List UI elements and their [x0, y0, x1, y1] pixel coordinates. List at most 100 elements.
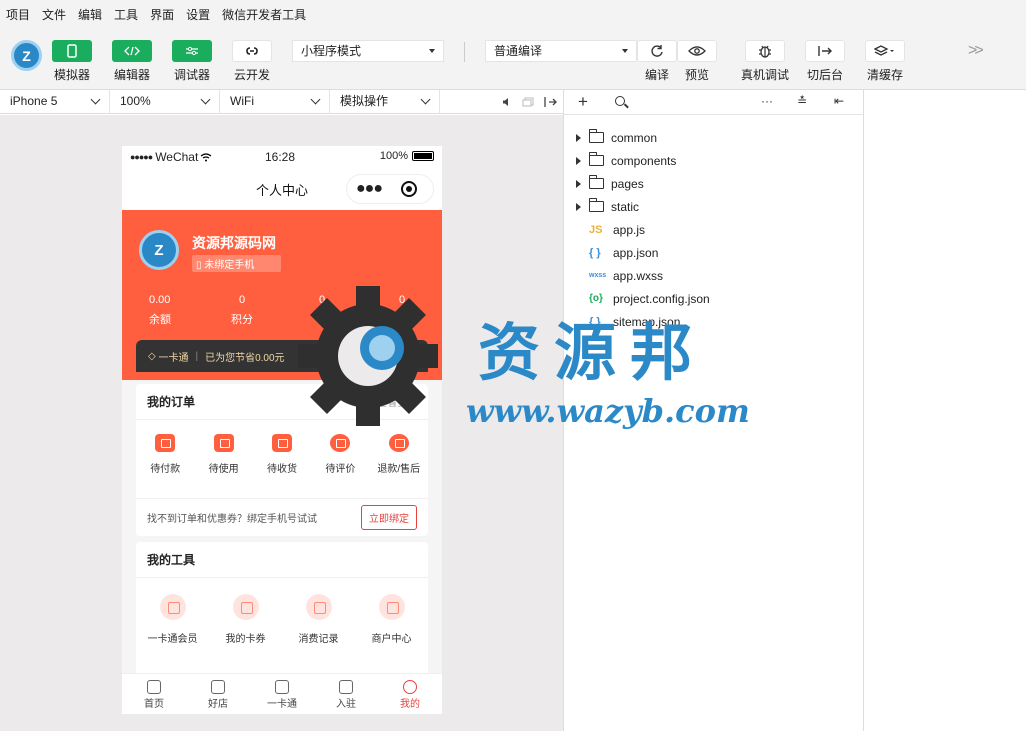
network-select[interactable]: WiFi — [220, 90, 330, 114]
order-to-use[interactable]: 待使用 — [198, 434, 250, 498]
code-icon — [112, 40, 152, 62]
diamond-icon: ◇ — [148, 350, 159, 362]
battery-icon — [412, 151, 434, 161]
chevron-down-icon — [90, 94, 101, 105]
menu-tools[interactable]: 工具 — [114, 6, 138, 23]
store-icon — [378, 594, 405, 620]
orders-title: 我的订单 — [147, 395, 196, 409]
crown-icon — [159, 594, 186, 620]
panel-divider[interactable] — [863, 90, 864, 731]
tree-file-app-json[interactable]: { } app.json — [564, 241, 863, 264]
cloud-dev-button[interactable]: 云开发 — [232, 40, 272, 83]
window-icon[interactable] — [522, 97, 534, 107]
tool-my-coupons[interactable]: 我的卡券 — [213, 594, 279, 645]
menu-view[interactable]: 界面 — [150, 6, 174, 23]
tab-shops[interactable]: 好店 — [186, 674, 250, 714]
clear-cache-button[interactable]: 清缓存 — [865, 40, 905, 83]
tree-folder-pages[interactable]: pages — [564, 172, 863, 195]
order-pending-payment[interactable]: 待付款 — [139, 434, 191, 498]
refresh-icon — [637, 40, 677, 62]
tree-folder-common[interactable]: common — [564, 126, 863, 149]
preview-button[interactable]: 预览 — [677, 40, 717, 83]
bind-now-button[interactable]: 立即绑定 — [361, 505, 417, 530]
menu-file[interactable]: 文件 — [42, 6, 66, 23]
device-select[interactable]: iPhone 5 — [0, 90, 110, 114]
bug-icon — [745, 40, 785, 62]
phone-bind-badge[interactable]: ▯ 未绑定手机 — [192, 255, 281, 272]
remote-debug-button[interactable]: 真机调试 — [741, 40, 789, 83]
background-button[interactable]: 切后台 — [805, 40, 845, 83]
tree-file-app-wxss[interactable]: wxss app.wxss — [564, 264, 863, 287]
close-target-icon[interactable] — [401, 181, 417, 197]
json-file-icon: { } — [589, 246, 601, 259]
explorer-toolbar: + ··· ≛ ⇤ — [564, 90, 863, 115]
eye-icon — [677, 40, 717, 62]
compile-mode-select[interactable]: 普通编译 — [485, 40, 637, 62]
user-name: 资源邦源码网 — [192, 235, 276, 251]
volume-icon[interactable] — [502, 97, 512, 107]
tab-bar: 首页 好店 一卡通 入驻 我的 — [122, 673, 442, 714]
tab-card[interactable]: 一卡通 — [250, 674, 314, 714]
caret-right-icon — [576, 156, 581, 165]
order-to-review[interactable]: 待评价 — [314, 434, 366, 498]
tree-folder-static[interactable]: static — [564, 195, 863, 218]
signal-icon: ●●●●● — [130, 152, 153, 162]
search-icon[interactable] — [615, 96, 625, 106]
avatar-logo[interactable]: Z — [11, 40, 42, 71]
detach-icon[interactable] — [544, 96, 558, 108]
simulator-button[interactable]: 模拟器 — [52, 40, 92, 83]
status-bar: ●●●●● WeChat 16:28 100% — [122, 146, 442, 168]
menu-settings[interactable]: 设置 — [186, 6, 210, 23]
cloud-link-icon — [232, 40, 272, 62]
tab-join[interactable]: 入驻 — [314, 674, 378, 714]
status-time: 16:28 — [265, 150, 296, 164]
double-chevron-right-icon[interactable]: >> — [968, 42, 984, 60]
hide-panel-icon[interactable]: ⇤ — [834, 94, 844, 108]
tree-file-app-js[interactable]: JS app.js — [564, 218, 863, 241]
operation-select[interactable]: 模拟操作 — [330, 90, 440, 114]
chevron-down-icon — [200, 94, 211, 105]
order-status-grid: 待付款 待使用 待收货 待评价 退款/售后 — [136, 420, 428, 498]
wallet-icon — [155, 434, 176, 452]
comment-icon — [330, 434, 351, 452]
tool-card-member[interactable]: 一卡通会员 — [140, 594, 206, 645]
home-icon — [147, 680, 161, 694]
tool-merchant-center[interactable]: 商户中心 — [359, 594, 425, 645]
tools-panel: 我的工具 一卡通会员 我的卡券 消费记录 商户中心 — [136, 542, 428, 682]
more-dots-icon[interactable]: ●●● — [347, 180, 391, 198]
chevron-down-icon — [420, 94, 431, 105]
caret-right-icon — [576, 202, 581, 211]
menu-devtools[interactable]: 微信开发者工具 — [222, 6, 306, 23]
stat-points[interactable]: 0 积分 — [202, 294, 282, 327]
collapse-all-icon[interactable]: ≛ — [797, 94, 807, 108]
tab-home[interactable]: 首页 — [122, 674, 186, 714]
debugger-button[interactable]: 调试器 — [172, 40, 212, 83]
shop-icon — [211, 680, 225, 694]
add-file-icon[interactable]: + — [578, 92, 588, 112]
avatar[interactable]: Z — [139, 230, 179, 270]
wxss-file-icon: wxss — [589, 272, 607, 279]
bind-phone-promo: 找不到订单和优惠券？绑定手机号试试 立即绑定 — [136, 498, 428, 536]
menu-edit[interactable]: 编辑 — [78, 6, 102, 23]
gift-icon — [213, 434, 234, 452]
tool-spending-records[interactable]: 消费记录 — [286, 594, 352, 645]
tab-mine[interactable]: 我的 — [378, 674, 442, 714]
mode-select[interactable]: 小程序模式 — [292, 40, 444, 62]
compile-button[interactable]: 编译 — [637, 40, 677, 83]
zoom-select[interactable]: 100% — [110, 90, 220, 114]
simulator-options-bar: iPhone 5 100% WiFi 模拟操作 — [0, 90, 564, 114]
simulator-icons — [502, 90, 558, 114]
caret-right-icon — [576, 179, 581, 188]
menu-project[interactable]: 项目 — [6, 6, 30, 23]
folder-icon — [589, 198, 604, 212]
delivery-icon — [271, 434, 292, 452]
mini-program-capsule: ●●● — [346, 174, 434, 204]
order-to-receive[interactable]: 待收货 — [256, 434, 308, 498]
editor-button[interactable]: 编辑器 — [112, 40, 152, 83]
stat-balance[interactable]: 0.00 余额 — [122, 294, 202, 327]
tree-folder-components[interactable]: components — [564, 149, 863, 172]
more-icon[interactable]: ··· — [761, 94, 773, 108]
phone-icon — [52, 40, 92, 62]
watermark-brand: 资源邦 — [478, 316, 707, 389]
order-refund[interactable]: 退款/售后 — [373, 434, 425, 498]
